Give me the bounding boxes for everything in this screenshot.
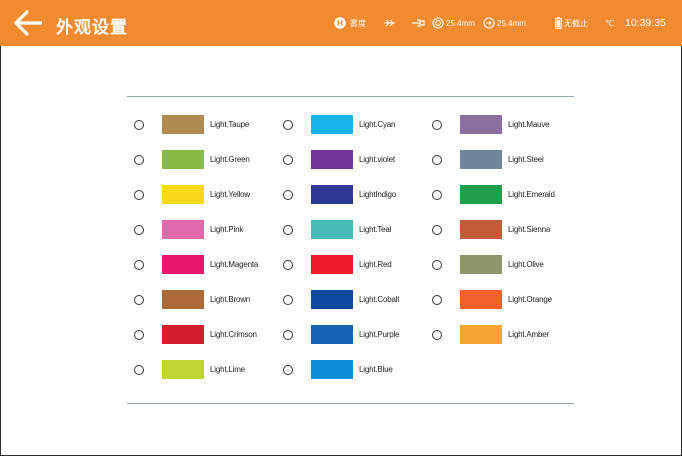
theme-radio[interactable] [283, 295, 293, 305]
theme-radio[interactable] [432, 225, 442, 235]
theme-option[interactable]: Light.Red [283, 255, 423, 277]
theme-radio[interactable] [134, 260, 144, 270]
theme-swatch [162, 360, 204, 379]
theme-radio[interactable] [283, 190, 293, 200]
theme-swatch [460, 220, 502, 239]
theme-radio[interactable] [134, 225, 144, 235]
theme-option[interactable]: Light.Magenta [134, 255, 274, 277]
theme-option[interactable]: Light.Amber [432, 325, 572, 347]
theme-option[interactable]: Light.Pink [134, 220, 274, 242]
theme-radio[interactable] [134, 155, 144, 165]
theme-label: Light.Blue [359, 365, 393, 374]
theme-swatch [460, 115, 502, 134]
theme-radio[interactable] [432, 190, 442, 200]
theme-label: Light.Pink [210, 225, 244, 234]
theme-label: Light.Emerald [508, 190, 555, 199]
theme-swatch [311, 290, 353, 309]
theme-label: Light.Steel [508, 155, 544, 164]
theme-radio[interactable] [283, 330, 293, 340]
theme-radio[interactable] [134, 120, 144, 130]
theme-label: Light.Cobalt [359, 295, 400, 304]
theme-label: Light.Lime [210, 365, 245, 374]
theme-option[interactable]: Light.Taupe [134, 115, 274, 137]
theme-swatch [162, 220, 204, 239]
theme-option[interactable]: Light.Yellow [134, 185, 274, 207]
theme-radio[interactable] [283, 225, 293, 235]
theme-label: Light.Taupe [210, 120, 250, 129]
theme-label: Light.violet [359, 155, 395, 164]
theme-swatch [311, 360, 353, 379]
theme-swatch [311, 255, 353, 274]
theme-radio[interactable] [432, 295, 442, 305]
theme-radio[interactable] [134, 295, 144, 305]
theme-swatch [162, 290, 204, 309]
theme-swatch [460, 325, 502, 344]
theme-swatch [311, 185, 353, 204]
theme-option[interactable]: Light.Lime [134, 360, 274, 382]
theme-swatch [460, 185, 502, 204]
theme-option[interactable]: Light.Sienna [432, 220, 572, 242]
theme-radio[interactable] [432, 330, 442, 340]
theme-radio[interactable] [283, 120, 293, 130]
theme-label: Light.Red [359, 260, 392, 269]
theme-option[interactable]: Light.Mauve [432, 115, 572, 137]
theme-option[interactable]: Light.Blue [283, 360, 423, 382]
theme-label: Light.Amber [508, 330, 549, 339]
theme-option[interactable]: Light.Green [134, 150, 274, 172]
theme-option[interactable]: Light.Steel [432, 150, 572, 172]
theme-label: Light.Magenta [210, 260, 259, 269]
theme-label: Light.Brown [210, 295, 251, 304]
theme-swatch [162, 255, 204, 274]
theme-label: Light.Crimson [210, 330, 257, 339]
theme-option[interactable]: Light.Purple [283, 325, 423, 347]
theme-option[interactable]: Light.Brown [134, 290, 274, 312]
theme-option[interactable]: Light.Teal [283, 220, 423, 242]
theme-label: Light.Orange [508, 295, 552, 304]
theme-option[interactable]: Light.Orange [432, 290, 572, 312]
theme-option[interactable]: Light.violet [283, 150, 423, 172]
theme-label: Light.Teal [359, 225, 392, 234]
theme-swatch [311, 220, 353, 239]
theme-option[interactable]: Light.Emerald [432, 185, 572, 207]
theme-option[interactable]: Light.Cyan [283, 115, 423, 137]
theme-radio[interactable] [432, 155, 442, 165]
theme-swatch [162, 115, 204, 134]
theme-swatch [460, 290, 502, 309]
theme-radio[interactable] [134, 190, 144, 200]
theme-swatch [311, 115, 353, 134]
bottom-divider [127, 403, 574, 404]
theme-option[interactable]: Light.Cobalt [283, 290, 423, 312]
theme-swatch [311, 325, 353, 344]
theme-label: Light.Yellow [210, 190, 251, 199]
theme-swatch [460, 255, 502, 274]
theme-radio[interactable] [283, 155, 293, 165]
theme-radio[interactable] [283, 365, 293, 375]
theme-radio[interactable] [283, 260, 293, 270]
theme-swatch [311, 150, 353, 169]
theme-radio[interactable] [134, 365, 144, 375]
theme-label: Light.Cyan [359, 120, 396, 129]
theme-option[interactable]: Light.Olive [432, 255, 572, 277]
theme-label: LightIndigo [359, 190, 396, 199]
theme-swatch [162, 325, 204, 344]
theme-swatch [460, 150, 502, 169]
theme-label: Light.Olive [508, 260, 544, 269]
theme-swatch [162, 150, 204, 169]
theme-label: Light.Mauve [508, 120, 550, 129]
theme-option[interactable]: LightIndigo [283, 185, 423, 207]
theme-label: Light.Sienna [508, 225, 551, 234]
theme-radio[interactable] [432, 260, 442, 270]
theme-radio[interactable] [432, 120, 442, 130]
theme-label: Light.Green [210, 155, 250, 164]
theme-radio[interactable] [134, 330, 144, 340]
theme-swatch [162, 185, 204, 204]
theme-color-list: Light.Taupe Light.Green Light.Yellow Light.… [0, 0, 682, 456]
theme-option[interactable]: Light.Crimson [134, 325, 274, 347]
theme-label: Light.Purple [359, 330, 400, 339]
